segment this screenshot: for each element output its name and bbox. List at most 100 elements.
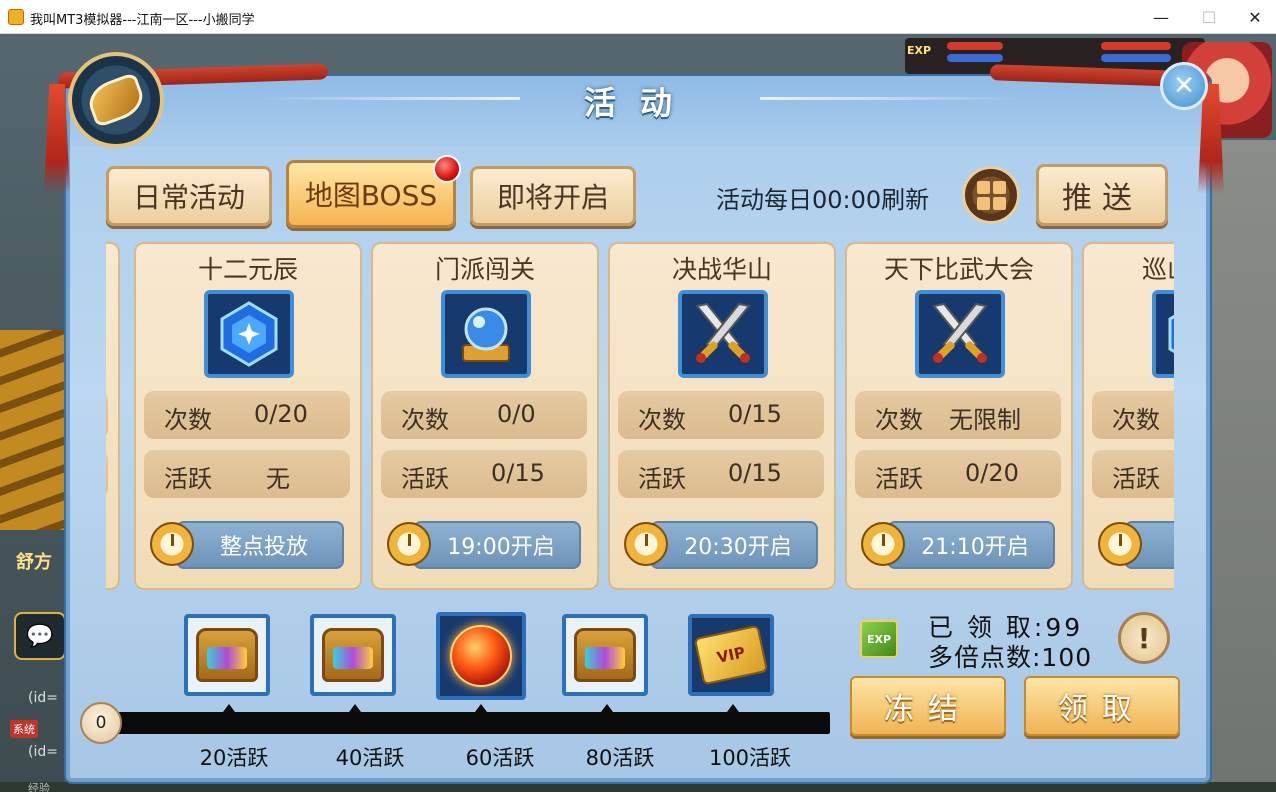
- activity-list[interactable]: 十二元辰 次数 0/20 活跃 无 整点投放 门派闯关 次数 0/0 活跃 0/15 1…: [106, 240, 1174, 592]
- count-label: 次数: [875, 406, 923, 434]
- count-row: 次数 0/20: [144, 391, 350, 439]
- exp-label: EXP: [907, 44, 932, 57]
- blue-gem-icon: [1152, 290, 1174, 378]
- active-row: [106, 450, 108, 498]
- stopwatch-icon: [624, 522, 668, 566]
- active-row: 活跃 0/15: [381, 450, 587, 498]
- title-divider: [260, 97, 520, 100]
- progress-tick: [349, 704, 361, 712]
- stopwatch-icon: [387, 522, 431, 566]
- active-label: 活跃: [401, 465, 449, 493]
- count-value: 0/0: [497, 400, 536, 428]
- milestone-label: 80活跃: [585, 746, 655, 770]
- tab-coming-soon[interactable]: 即将开启: [470, 166, 636, 226]
- grid-menu-icon[interactable]: [962, 166, 1020, 224]
- progress-value-knob: 0: [80, 702, 122, 744]
- tab-daily-activity[interactable]: 日常活动: [106, 166, 272, 226]
- info-icon[interactable]: !: [1118, 612, 1170, 664]
- activity-name: 巡山: [1142, 255, 1174, 284]
- bottom-bar: [0, 782, 1276, 792]
- hp-bar: [947, 42, 1003, 50]
- activity-card[interactable]: 门派闯关 次数 0/0 活跃 0/15 19:00开启: [371, 242, 599, 590]
- chat-line: (id=: [28, 690, 58, 706]
- active-row: 活跃 无: [144, 450, 350, 498]
- vip-card-text: VIP: [693, 624, 769, 686]
- activity-name: 十二元辰: [197, 255, 298, 284]
- exp-multiplier-icon: EXP: [860, 620, 898, 658]
- vip-card-icon[interactable]: VIP: [688, 614, 774, 696]
- refresh-notice: 活动每日00:00刷新: [716, 186, 930, 214]
- close-window-button[interactable]: ✕: [1232, 0, 1276, 34]
- active-value: 无: [266, 465, 290, 493]
- treasure-chest-icon[interactable]: [562, 614, 648, 696]
- maximize-button[interactable]: ☐: [1186, 0, 1232, 34]
- bottom-exp-label: 经验: [28, 782, 50, 792]
- treasure-chest-icon[interactable]: [310, 614, 396, 696]
- active-value: 0/20: [965, 459, 1019, 487]
- count-row: 次数 无限制: [855, 391, 1061, 439]
- chat-icon[interactable]: 💬: [14, 612, 66, 660]
- tab-map-boss[interactable]: 地图BOSS: [286, 160, 456, 228]
- active-label: 活跃: [1112, 465, 1160, 493]
- claim-button[interactable]: 领取: [1024, 676, 1180, 736]
- active-value: 0/15: [491, 459, 545, 487]
- activity-name: 决战华山: [671, 255, 772, 284]
- stopwatch-icon: [1098, 522, 1142, 566]
- progress-tick: [475, 704, 487, 712]
- time-button[interactable]: 19:00开启: [413, 521, 581, 569]
- active-label: 活跃: [875, 465, 923, 493]
- fire-orb-icon[interactable]: [436, 612, 526, 700]
- activity-name: 门派闯关: [434, 255, 535, 284]
- chat-line: (id=: [28, 744, 58, 760]
- minimize-button[interactable]: —: [1138, 0, 1184, 34]
- activity-card[interactable]: 决战华山 次数 0/15 活跃 0/15 20:30开启: [608, 242, 836, 590]
- progress-tick: [223, 704, 235, 712]
- milestone-label: 100活跃: [708, 746, 792, 770]
- background-wall: [1200, 140, 1276, 790]
- system-badge: 系统: [10, 720, 38, 738]
- progress-tick: [601, 704, 613, 712]
- milestone-label: 20活跃: [199, 746, 269, 770]
- side-label: 舒方: [16, 552, 52, 573]
- milestone-label: 40活跃: [335, 746, 405, 770]
- activity-card[interactable]: [106, 242, 120, 590]
- count-value: 0/20: [254, 400, 308, 428]
- active-label: 活跃: [164, 465, 212, 493]
- active-row: 活跃: [1092, 450, 1174, 498]
- pet-hp-bar: [1101, 42, 1171, 50]
- count-value: 无限制: [949, 406, 1021, 434]
- count-label: 次数: [1112, 406, 1160, 434]
- activity-progress-track: [100, 712, 830, 734]
- close-icon[interactable]: ✕: [1160, 62, 1208, 110]
- push-button[interactable]: 推送: [1036, 164, 1168, 226]
- app-icon: [8, 9, 24, 25]
- active-value: 0/15: [728, 459, 782, 487]
- time-button[interactable]: 整点投放: [176, 521, 344, 569]
- crossed-swords-icon: [678, 290, 768, 378]
- activity-card[interactable]: 巡山 次数 活跃 整: [1082, 242, 1174, 590]
- activity-name: 天下比武大会: [883, 255, 1034, 284]
- active-row: 活跃 0/20: [855, 450, 1061, 498]
- time-button[interactable]: 21:10开启: [887, 521, 1055, 569]
- stopwatch-icon: [150, 522, 194, 566]
- milestone-label: 60活跃: [465, 746, 535, 770]
- active-label: 活跃: [638, 465, 686, 493]
- count-value: 0/15: [728, 400, 782, 428]
- count-row: 次数 0/15: [618, 391, 824, 439]
- treasure-chest-icon[interactable]: [184, 614, 270, 696]
- activity-card[interactable]: 十二元辰 次数 0/20 活跃 无 整点投放: [134, 242, 362, 590]
- multiplier-points: 多倍点数:100: [928, 643, 1093, 672]
- freeze-button[interactable]: 冻结: [850, 676, 1006, 736]
- stopwatch-icon: [861, 522, 905, 566]
- count-label: 次数: [638, 406, 686, 434]
- count-label: 次数: [401, 406, 449, 434]
- activity-card[interactable]: 天下比武大会 次数 无限制 活跃 0/20 21:10开启: [845, 242, 1073, 590]
- crossed-swords-icon: [915, 290, 1005, 378]
- time-button[interactable]: 20:30开启: [650, 521, 818, 569]
- count-label: 次数: [164, 406, 212, 434]
- window-title: 我叫MT3模拟器---江南一区---小搬同学: [30, 13, 255, 28]
- progress-tick: [727, 704, 739, 712]
- window-titlebar: 我叫MT3模拟器---江南一区---小搬同学 — ☐ ✕: [0, 0, 1276, 34]
- count-row: [106, 391, 108, 439]
- blue-gem-icon: [204, 290, 294, 378]
